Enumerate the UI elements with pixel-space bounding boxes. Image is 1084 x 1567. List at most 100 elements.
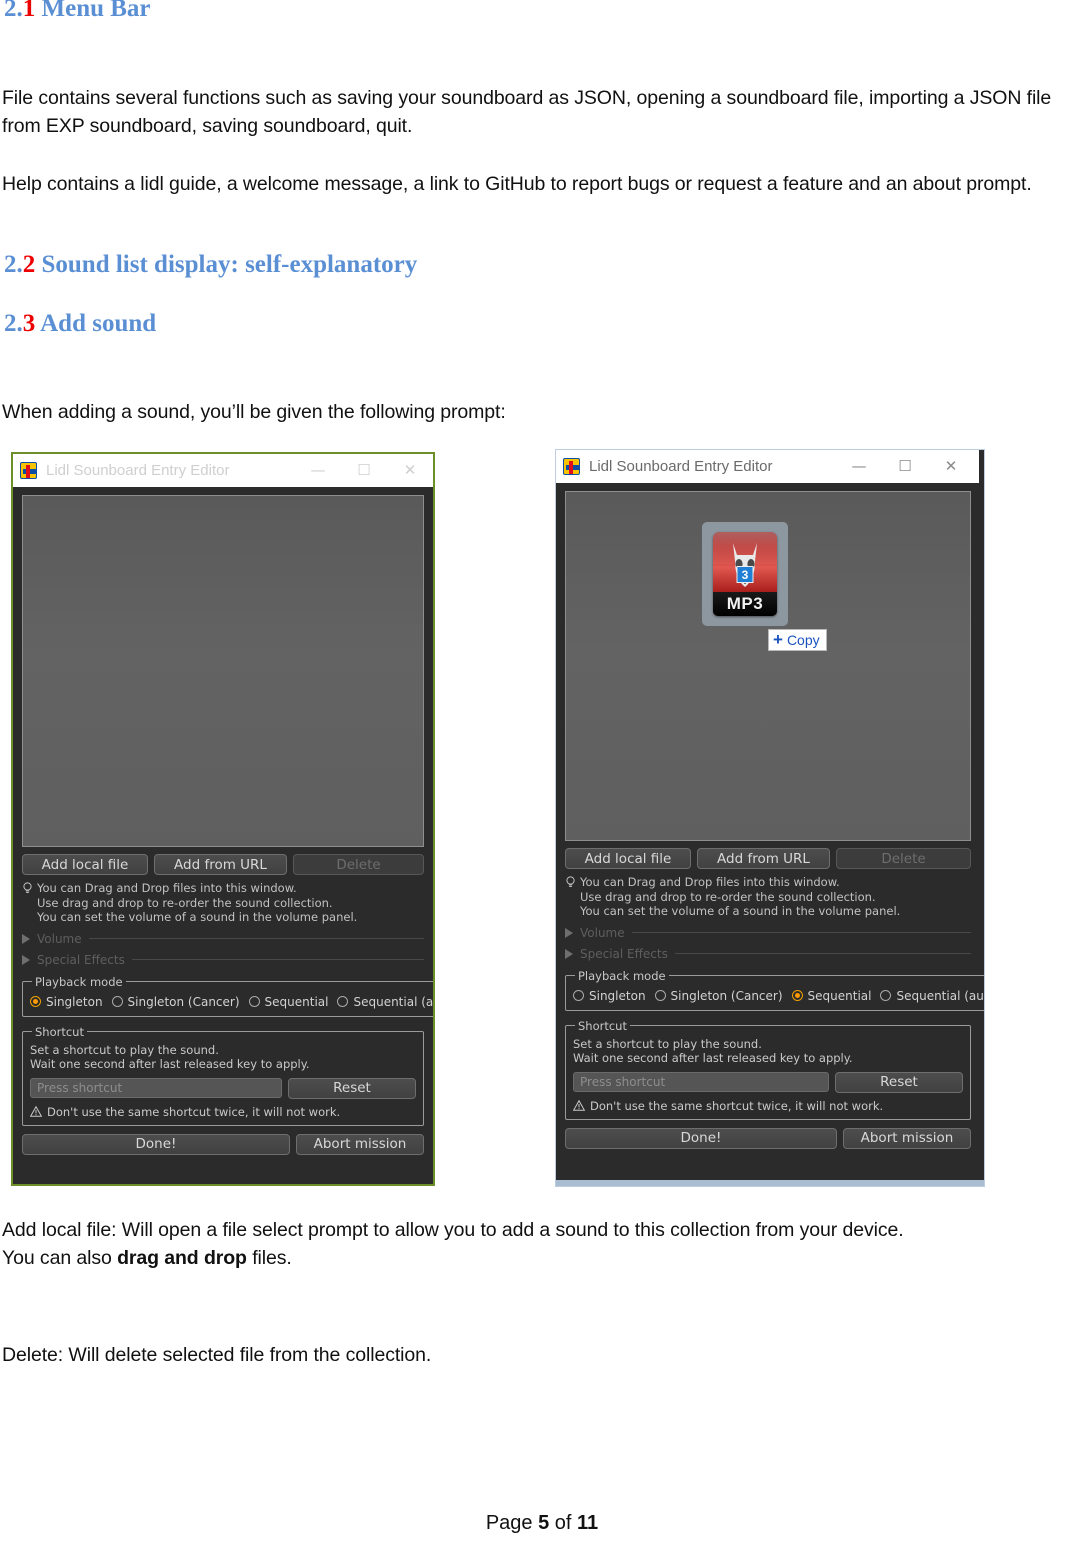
drag-drop-hint: You can Drag and Drop files into this wi… (565, 875, 971, 919)
shortcut-line-2: Wait one second after last released key … (573, 1051, 853, 1065)
close-icon[interactable]: ✕ (387, 454, 433, 487)
dialog-action-buttons: Done! Abort mission (565, 1127, 971, 1149)
maximize-icon[interactable]: ☐ (341, 454, 387, 487)
radio-singleton-cancer[interactable]: Singleton (Cancer) (654, 988, 783, 1003)
warning-triangle-icon (30, 1106, 42, 1117)
shortcut-input[interactable]: Press shortcut (30, 1077, 282, 1098)
heading-2-1: 2.1 Menu Bar (4, 0, 151, 22)
heading-2-3: 2.3 Add sound (4, 310, 157, 337)
titlebar[interactable]: Lidl Sounboard Entry Editor — ☐ ✕ (13, 454, 433, 487)
shortcut-warning-text: Don't use the same shortcut twice, it wi… (47, 1104, 341, 1119)
radio-label-singleton-cancer: Singleton (Cancer) (670, 988, 783, 1003)
special-effects-divider (131, 959, 424, 960)
radio-indicator-singleton[interactable] (573, 990, 584, 1001)
paragraph-help-menu: Help contains a lidl guide, a welcome me… (2, 173, 1032, 195)
shortcut-warning: Don't use the same shortcut twice, it wi… (573, 1099, 963, 1113)
radio-indicator-sequential[interactable] (248, 996, 260, 1007)
lidl-app-icon (563, 458, 580, 475)
sound-list-panel[interactable]: 3 MP3 + Copy (565, 491, 971, 841)
add-from-url-button[interactable]: Add from URL (154, 854, 287, 875)
drag-copy-tooltip: + Copy (768, 629, 827, 651)
maximize-icon[interactable]: ☐ (882, 450, 928, 483)
shortcut-reset-button[interactable]: Reset (835, 1071, 963, 1093)
radio-singleton-cancer[interactable]: Singleton (Cancer) (111, 995, 240, 1009)
radio-sequential[interactable]: Sequential (248, 995, 328, 1009)
radio-sequential-auto[interactable]: Sequential (auto) (337, 994, 434, 1009)
drag-copy-label: Copy (786, 631, 820, 648)
footer-page-number: 5 (538, 1512, 550, 1534)
volume-collapsible[interactable]: Volume (22, 932, 424, 946)
minimize-icon[interactable]: — (836, 450, 882, 483)
radio-indicator-singleton[interactable] (30, 996, 41, 1007)
heading-2-2-number-main: 2. (4, 251, 23, 278)
special-effects-divider (674, 953, 971, 954)
radio-indicator-sequential[interactable] (791, 990, 803, 1001)
volume-collapsible[interactable]: Volume (565, 926, 971, 940)
radio-indicator-sequential-auto[interactable] (880, 990, 892, 1001)
page-footer: Page 5 of 11 (0, 1512, 1084, 1535)
dialog-entry-editor-with-sound[interactable]: Lidl Sounboard Entry Editor — ☐ ✕ 3 MP3 … (556, 450, 984, 1186)
lightbulb-icon (566, 876, 575, 887)
shortcut-input-row: Press shortcut Reset (573, 1071, 963, 1093)
special-effects-collapsible[interactable]: Special Effects (565, 947, 971, 961)
radio-indicator-sequential-auto[interactable] (337, 996, 349, 1007)
playback-mode-legend: Playback mode (578, 968, 666, 983)
hint-line-3: You can set the volume of a sound in the… (580, 904, 901, 918)
shortcut-warning-text: Don't use the same shortcut twice, it wi… (590, 1098, 884, 1113)
window-title: Lidl Sounboard Entry Editor (589, 458, 773, 475)
shortcut-group: Shortcut Set a shortcut to play the soun… (565, 1018, 971, 1120)
window-controls[interactable]: — ☐ ✕ (836, 450, 974, 483)
radio-indicator-singleton-cancer[interactable] (111, 996, 123, 1007)
done-button[interactable]: Done! (22, 1133, 290, 1155)
window-controls[interactable]: — ☐ ✕ (295, 454, 433, 487)
footer-middle: of (549, 1512, 578, 1534)
sound-item-mp3[interactable]: 3 MP3 (702, 522, 788, 626)
radio-label-sequential-auto: Sequential (auto) (353, 994, 434, 1009)
heading-2-3-text: Add sound (35, 310, 157, 337)
add-from-url-button[interactable]: Add from URL (697, 848, 830, 869)
minimize-icon[interactable]: — (295, 454, 341, 487)
add-local-file-button[interactable]: Add local file (22, 854, 148, 875)
volume-label: Volume (37, 931, 82, 946)
drag-drop-suffix: files. (246, 1247, 292, 1269)
radio-singleton[interactable]: Singleton (30, 995, 103, 1009)
dialog-entry-editor-empty[interactable]: Lidl Sounboard Entry Editor — ☐ ✕ Add lo… (11, 452, 435, 1186)
close-icon[interactable]: ✕ (928, 450, 974, 483)
shortcut-reset-button[interactable]: Reset (288, 1077, 416, 1099)
special-effects-collapsible[interactable]: Special Effects (22, 953, 424, 967)
playback-mode-group: Playback mode Singleton Singleton (Cance… (565, 968, 984, 1011)
shortcut-input-row: Press shortcut Reset (30, 1077, 416, 1099)
chevron-right-icon (565, 927, 573, 938)
playback-mode-options: Singleton Singleton (Cancer) Sequential … (573, 987, 984, 1004)
hint-line-2: Use drag and drop to re-order the sound … (580, 889, 876, 904)
radio-label-sequential-auto: Sequential (auto) (896, 988, 984, 1003)
radio-sequential-auto[interactable]: Sequential (auto) (880, 989, 984, 1003)
shortcut-instructions: Set a shortcut to play the sound. Wait o… (573, 1037, 963, 1066)
dialog-action-buttons: Done! Abort mission (22, 1133, 424, 1155)
radio-singleton[interactable]: Singleton (573, 989, 646, 1003)
abort-mission-button[interactable]: Abort mission (843, 1127, 971, 1149)
plus-icon: + (773, 630, 783, 649)
shortcut-warning: Don't use the same shortcut twice, it wi… (30, 1105, 416, 1119)
abort-mission-button[interactable]: Abort mission (296, 1133, 424, 1155)
radio-indicator-singleton-cancer[interactable] (654, 990, 666, 1001)
warning-triangle-icon (573, 1100, 585, 1111)
paragraph-add-local-file: Add local file: Will open a file select … (2, 1216, 1052, 1272)
radio-sequential[interactable]: Sequential (791, 988, 872, 1003)
heading-2-2-text: Sound list display: self-explanatory (35, 251, 418, 278)
shortcut-group: Shortcut Set a shortcut to play the soun… (22, 1024, 424, 1126)
lightbulb-icon (23, 882, 32, 893)
paragraph-file-menu: File contains several functions such as … (2, 87, 1052, 137)
shortcut-input[interactable]: Press shortcut (573, 1071, 829, 1092)
shortcut-legend: Shortcut (35, 1024, 84, 1039)
drag-drop-prefix: You can also (2, 1247, 118, 1269)
add-local-file-button[interactable]: Add local file (565, 848, 691, 869)
dialog-content: 3 MP3 + Copy Add local file Add from URL… (556, 483, 984, 1156)
sound-list-panel[interactable] (22, 495, 424, 847)
radio-label-sequential: Sequential (807, 988, 872, 1003)
titlebar[interactable]: Lidl Sounboard Entry Editor — ☐ ✕ (556, 450, 979, 483)
done-button[interactable]: Done! (565, 1127, 837, 1149)
footer-total-pages: 11 (577, 1512, 599, 1534)
hint-line-3: You can set the volume of a sound in the… (37, 910, 358, 924)
shortcut-line-1: Set a shortcut to play the sound. (30, 1042, 219, 1057)
